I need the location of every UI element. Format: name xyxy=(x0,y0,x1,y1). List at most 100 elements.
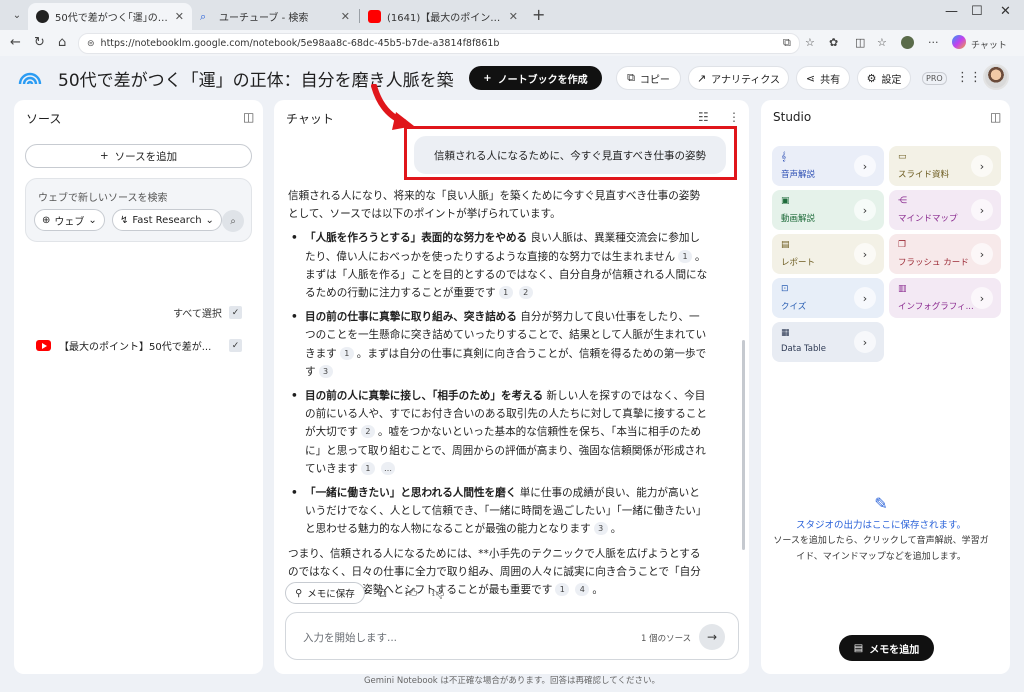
select-all-checkbox[interactable]: ✓ xyxy=(229,306,242,319)
browser-tab-youtube-search[interactable]: ⌕ ユーチューブ - 検索 ✕ xyxy=(192,3,358,30)
copy-answer-icon[interactable]: ⧉ xyxy=(378,586,387,601)
studio-tile-video[interactable]: ▣ 動画解説 › xyxy=(772,190,884,230)
search-submit-icon[interactable]: ⌕ xyxy=(222,210,244,232)
chat-input-box: 入力を開始します... 1 個のソース → xyxy=(285,612,739,660)
url-field[interactable]: ⊜ https://notebooklm.google.com/notebook… xyxy=(78,33,800,54)
chevron-right-icon[interactable]: › xyxy=(971,199,993,221)
tile-label: スライド資料 xyxy=(898,170,950,180)
send-arrow-icon[interactable]: → xyxy=(699,624,725,650)
tile-label: インフォグラフィ... xyxy=(898,302,974,312)
browser-tab-notebook[interactable]: 50代で差がつく｢運｣の正体：自分を ✕ xyxy=(28,3,192,30)
more-options-icon[interactable]: ··· xyxy=(928,36,939,49)
chat-panel-title: チャット xyxy=(286,112,334,126)
chevron-right-icon[interactable]: › xyxy=(854,243,876,265)
create-notebook-button[interactable]: + ノートブックを作成 xyxy=(469,66,602,90)
chevron-right-icon[interactable]: › xyxy=(971,155,993,177)
chevron-right-icon[interactable]: › xyxy=(854,287,876,309)
citation-chip[interactable]: 2 xyxy=(518,286,533,300)
settings-button[interactable]: ⚙ 設定 xyxy=(857,66,911,90)
chat-input[interactable]: 入力を開始します... xyxy=(303,630,397,645)
answer-point: 「一緒に働きたい」と思われる人間性を磨く 単に仕事の成績が良い、能力が高いという… xyxy=(288,484,708,539)
add-source-button[interactable]: + ソースを追加 xyxy=(25,144,252,168)
pro-badge: PRO xyxy=(922,72,947,85)
studio-tile-audio[interactable]: 𝄞 音声解説 › xyxy=(772,146,884,186)
citation-chip[interactable]: 1 xyxy=(678,249,693,263)
home-icon[interactable]: ⌂ xyxy=(58,35,66,50)
analytics-label: アナリティクス xyxy=(711,74,781,86)
point-body: 。まずは自分の仕事に真剣に向き合うことが、信頼を得るための第一歩です xyxy=(305,347,707,378)
citation-chip[interactable]: 3 xyxy=(593,522,608,536)
chevron-right-icon[interactable]: › xyxy=(854,199,876,221)
copy-icon: ⧉ xyxy=(627,71,635,84)
search-source-input[interactable]: ウェブで新しいソースを検索 xyxy=(38,189,168,204)
notebooklm-logo-icon[interactable] xyxy=(17,64,43,90)
studio-tile-mindmap[interactable]: ⋲ マインドマップ › xyxy=(889,190,1001,230)
minimize-icon[interactable]: — xyxy=(945,4,958,19)
copilot-label[interactable]: チャット xyxy=(971,38,1007,51)
research-mode-chip[interactable]: ↯ Fast Research ⌄ xyxy=(112,209,222,231)
citation-chip[interactable]: 2 xyxy=(360,425,375,439)
studio-tile-data-table[interactable]: ▦ Data Table › xyxy=(772,322,884,362)
citation-chip[interactable]: 4 xyxy=(575,583,590,597)
web-filter-chip[interactable]: ⊕ ウェブ ⌄ xyxy=(34,209,105,231)
studio-empty-title: スタジオの出力はここに保存されます。 xyxy=(795,520,967,531)
studio-tile-flashcards[interactable]: ❐ フラッシュ カード › xyxy=(889,234,1001,274)
chevron-right-icon[interactable]: › xyxy=(854,331,876,353)
profile-avatar-icon[interactable] xyxy=(901,36,914,49)
chevron-right-icon[interactable]: › xyxy=(971,287,993,309)
collapse-panel-icon[interactable]: ◫ xyxy=(243,110,254,124)
web-source-search: ウェブで新しいソースを検索 ⊕ ウェブ ⌄ ↯ Fast Research ⌄ … xyxy=(25,178,252,242)
new-tab-icon[interactable]: + xyxy=(532,5,545,24)
save-to-memo-button[interactable]: ⚲ メモに保存 xyxy=(285,582,365,604)
magic-wand-icon: ✎ xyxy=(874,494,888,513)
studio-tile-infographic[interactable]: ▥ インフォグラフィ... › xyxy=(889,278,1001,318)
install-app-icon[interactable]: ⧉ xyxy=(783,36,791,50)
thumbs-up-icon[interactable]: 👍︎ xyxy=(405,586,418,601)
note-icon: ▤ xyxy=(853,642,864,654)
copy-button[interactable]: ⧉ コピー xyxy=(616,66,681,90)
extensions-icon[interactable]: ✿ xyxy=(829,36,838,49)
citation-chip[interactable]: 1 xyxy=(339,346,354,360)
close-tab-icon[interactable]: ✕ xyxy=(509,10,518,23)
citation-chip[interactable]: … xyxy=(380,461,395,475)
tab-list-menu-icon[interactable]: ⌄ xyxy=(6,5,28,25)
add-memo-button[interactable]: ▤ メモを追加 xyxy=(839,635,934,661)
close-window-icon[interactable]: ✕ xyxy=(1000,4,1011,19)
analytics-button[interactable]: ↗ アナリティクス xyxy=(688,66,789,90)
chevron-right-icon[interactable]: › xyxy=(854,155,876,177)
select-all-label: すべて選択 xyxy=(173,309,222,320)
thumbs-down-icon[interactable]: 👎︎ xyxy=(432,586,444,601)
favorite-star-icon[interactable]: ☆ xyxy=(805,36,815,49)
copilot-icon[interactable] xyxy=(952,35,966,49)
chat-scrollbar[interactable] xyxy=(742,340,745,550)
studio-tile-quiz[interactable]: ⊡ クイズ › xyxy=(772,278,884,318)
chevron-right-icon[interactable]: › xyxy=(971,243,993,265)
share-button[interactable]: ⋖ 共有 xyxy=(796,66,850,90)
citation-chip[interactable]: 1 xyxy=(360,461,375,475)
maximize-icon[interactable]: ☐ xyxy=(971,4,983,19)
citation-chip[interactable]: 1 xyxy=(498,286,513,300)
close-tab-icon[interactable]: ✕ xyxy=(175,10,184,23)
citation-chip[interactable]: 1 xyxy=(555,583,570,597)
mindmap-icon: ⋲ xyxy=(898,196,907,206)
source-item-checkbox[interactable]: ✓ xyxy=(229,339,242,352)
report-icon: ▤ xyxy=(781,240,790,250)
reload-icon[interactable]: ↻ xyxy=(34,35,45,50)
browser-tab-youtube-video[interactable]: (1641)【最大のポイント】50代で差が ✕ xyxy=(360,3,526,30)
copy-label: コピー xyxy=(639,74,670,86)
add-source-label: ソースを追加 xyxy=(114,150,178,163)
chat-more-icon[interactable]: ⋮ xyxy=(728,110,740,124)
favorites-icon[interactable]: ☆ xyxy=(877,36,887,49)
back-icon[interactable]: ← xyxy=(10,35,21,50)
studio-tile-slides[interactable]: ▭ スライド資料 › xyxy=(889,146,1001,186)
site-info-icon[interactable]: ⊜ xyxy=(87,39,95,49)
close-tab-icon[interactable]: ✕ xyxy=(341,10,350,23)
address-bar: ← ↻ ⌂ ⊜ https://notebooklm.google.com/no… xyxy=(0,30,1024,56)
split-screen-icon[interactable]: ◫ xyxy=(855,36,865,49)
collapse-panel-icon[interactable]: ◫ xyxy=(990,110,1001,124)
user-avatar[interactable] xyxy=(983,64,1009,90)
chat-settings-icon[interactable]: ☷ xyxy=(698,110,709,124)
citation-chip[interactable]: 3 xyxy=(318,364,333,378)
source-item[interactable]: 【最大のポイント】50代で差が... xyxy=(36,338,211,353)
studio-tile-report[interactable]: ▤ レポート › xyxy=(772,234,884,274)
